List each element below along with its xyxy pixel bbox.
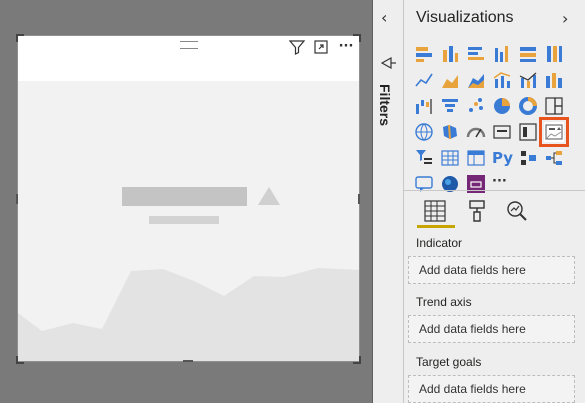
gallery-divider [404, 190, 585, 191]
trend-axis-well-label: Trend axis [416, 295, 472, 309]
gauge-icon[interactable] [466, 122, 486, 142]
trend-triangle-icon [258, 187, 280, 205]
visualizations-title: Visualizations [416, 9, 514, 26]
table-icon[interactable] [440, 148, 460, 168]
scatter-chart-icon[interactable] [466, 96, 486, 116]
trend-axis-drop-zone[interactable]: Add data fields here [408, 315, 575, 343]
key-influencers-icon[interactable] [518, 148, 538, 168]
waterfall-chart-icon[interactable] [414, 96, 434, 116]
qa-visual-icon[interactable] [414, 174, 434, 194]
power-apps-icon[interactable] [466, 174, 486, 194]
matrix-icon[interactable] [466, 148, 486, 168]
donut-chart-icon[interactable] [518, 96, 538, 116]
resize-handle-bottom[interactable] [183, 360, 193, 362]
collapse-pane-button[interactable]: ‹ [381, 8, 387, 27]
analytics-tab-icon[interactable] [505, 199, 529, 223]
arcgis-map-icon[interactable] [440, 174, 460, 194]
line-chart-icon[interactable] [414, 70, 434, 90]
line-and-clustered-column-chart-icon[interactable] [518, 70, 538, 90]
resize-handle-top-right[interactable] [353, 34, 361, 42]
card-icon[interactable] [492, 122, 512, 142]
target-goals-drop-zone[interactable]: Add data fields here [408, 375, 575, 403]
stacked-bar-chart-icon[interactable] [414, 44, 434, 64]
drag-grip-icon[interactable] [180, 41, 198, 49]
indicator-drop-zone[interactable]: Add data fields here [408, 256, 575, 284]
clustered-column-chart-icon[interactable] [492, 44, 512, 64]
trend-area-placeholder [18, 268, 359, 361]
100-stacked-bar-chart-icon[interactable] [518, 44, 538, 64]
kpi-icon[interactable] [539, 117, 569, 147]
resize-handle-top-left[interactable] [16, 34, 24, 42]
resize-handle-right[interactable] [358, 194, 360, 204]
resize-handle-left[interactable] [16, 194, 18, 204]
clustered-bar-chart-icon[interactable] [466, 44, 486, 64]
kpi-visual-placeholder[interactable]: ··· [17, 35, 360, 362]
indicator-well-label: Indicator [416, 236, 463, 250]
fields-tab-icon[interactable] [423, 199, 447, 223]
stacked-area-chart-icon[interactable] [466, 70, 486, 90]
filter-pane-icon[interactable] [380, 56, 397, 74]
area-chart-icon[interactable] [440, 70, 460, 90]
multi-row-card-icon[interactable] [518, 122, 538, 142]
format-paint-tab-icon[interactable] [465, 199, 489, 223]
filters-pane: ‹ Filters [372, 0, 404, 403]
stacked-column-chart-icon[interactable] [440, 44, 460, 64]
focus-mode-icon[interactable] [313, 39, 329, 55]
filled-map-icon[interactable] [440, 122, 460, 142]
map-icon[interactable] [414, 122, 434, 142]
filters-pane-label[interactable]: Filters [377, 84, 393, 126]
report-canvas: ··· [0, 0, 372, 403]
resize-handle-bottom-left[interactable] [16, 356, 24, 364]
filter-icon[interactable] [288, 39, 306, 55]
visual-header: ··· [18, 36, 359, 81]
decomposition-tree-icon[interactable] [544, 148, 564, 168]
target-goals-well-label: Target goals [416, 355, 482, 369]
visualizations-pane: Visualizations › Py ··· Indicator Add da… [404, 0, 585, 403]
expand-pane-button[interactable]: › [562, 9, 568, 28]
slicer-icon[interactable] [414, 148, 434, 168]
kpi-value-placeholder [122, 187, 247, 206]
ribbon-chart-icon[interactable] [544, 70, 564, 90]
line-and-column-chart-icon[interactable] [492, 70, 512, 90]
resize-handle-bottom-right[interactable] [353, 356, 361, 364]
more-visuals-icon[interactable]: ··· [492, 174, 512, 194]
pie-chart-icon[interactable] [492, 96, 512, 116]
100-stacked-column-chart-icon[interactable] [544, 44, 564, 64]
kpi-goal-placeholder [149, 216, 219, 224]
treemap-icon[interactable] [544, 96, 564, 116]
python-visual-icon[interactable]: Py [492, 148, 513, 168]
funnel-chart-icon[interactable] [440, 96, 460, 116]
active-tab-indicator [417, 225, 455, 228]
